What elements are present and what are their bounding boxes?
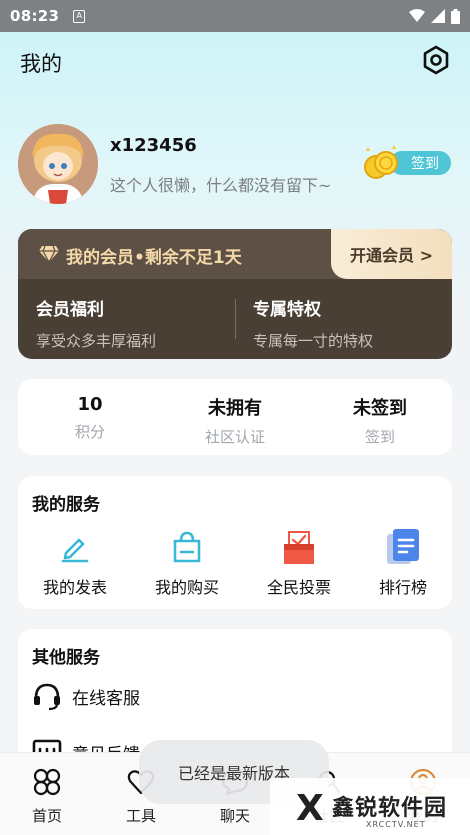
service-label: 全民投票: [266, 578, 331, 597]
stat-sign-in[interactable]: 未签到 签到: [310, 394, 450, 447]
service-ranking[interactable]: 排行榜: [348, 528, 458, 598]
signal-icon: [431, 9, 445, 23]
service-label: 排行榜: [378, 578, 427, 597]
sim-icon: A: [73, 9, 86, 23]
status-icons: [409, 8, 460, 24]
open-vip-label: 开通会员 >: [350, 246, 433, 265]
vip-benefit-desc: 享受众多丰厚福利: [36, 332, 157, 350]
service-label: 我的发表: [42, 578, 107, 597]
ranking-icon: [387, 529, 419, 564]
page-title: 我的: [20, 52, 62, 76]
stat-label: 签到: [364, 428, 395, 446]
service-my-posts[interactable]: 我的发表: [20, 528, 130, 598]
service-my-purchases[interactable]: 我的购买: [132, 528, 242, 598]
avatar[interactable]: [18, 124, 98, 204]
status-time: 08:23: [10, 7, 60, 25]
open-vip-button[interactable]: 开通会员 >: [331, 229, 452, 279]
stats-card: 10 积分 未拥有 社区认证 未签到 签到: [18, 379, 452, 455]
watermark-url: XRCCTV.NET: [366, 820, 426, 829]
user-bio: 这个人很懒，什么都没有留下~: [110, 176, 332, 195]
vip-benefit-title: 专属特权: [253, 300, 321, 320]
avatar-illustration: [18, 124, 98, 204]
headset-icon: [34, 683, 60, 711]
stat-value: 10: [77, 394, 103, 415]
battery-icon: [451, 8, 460, 24]
stat-value: 未签到: [353, 398, 407, 419]
coins-icon: [364, 145, 398, 179]
service-label: 我的购买: [154, 578, 219, 597]
other-services-title: 其他服务: [32, 648, 100, 668]
settings-button[interactable]: [418, 42, 454, 78]
vip-divider: [235, 299, 236, 339]
vip-benefit-privilege[interactable]: 专属特权 专属每一寸的特权: [253, 295, 373, 351]
my-services-title: 我的服务: [32, 495, 100, 515]
nav-label: 首页: [31, 807, 62, 825]
watermark-name: 鑫锐软件园: [332, 796, 448, 821]
vip-benefit-title: 会员福利: [36, 300, 104, 320]
wifi-icon: [409, 9, 425, 22]
stat-label: 积分: [74, 423, 105, 441]
vip-card[interactable]: 我的会员•剩余不足1天 开通会员 > 会员福利 享受众多丰厚福利 专属特权 专属…: [18, 229, 452, 359]
diamond-icon: [39, 245, 59, 263]
stat-certification[interactable]: 未拥有 社区认证: [165, 394, 305, 447]
vote-icon: [284, 531, 314, 564]
vip-status: 我的会员•剩余不足1天: [66, 248, 242, 268]
home-icon: [33, 768, 61, 796]
shopping-bag-icon: [173, 531, 201, 563]
settings-icon: [423, 45, 449, 75]
watermark: X 鑫锐软件园 XRCCTV.NET: [270, 778, 470, 835]
nav-label: 工具: [125, 807, 156, 825]
watermark-logo: X: [296, 788, 324, 829]
service-label: 在线客服: [72, 688, 140, 709]
service-vote[interactable]: 全民投票: [244, 528, 354, 598]
edit-icon: [61, 538, 89, 563]
nav-home[interactable]: 首页: [0, 765, 94, 826]
status-bar: 08:23 A: [0, 0, 470, 32]
vip-benefit-desc: 专属每一寸的特权: [253, 332, 374, 350]
stat-value: 未拥有: [208, 398, 262, 419]
username: x123456: [110, 135, 197, 156]
nav-label: 聊天: [219, 807, 250, 825]
vip-benefit-welfare[interactable]: 会员福利 享受众多丰厚福利: [36, 295, 156, 351]
stat-points[interactable]: 10 积分: [20, 394, 160, 442]
sign-in-label: 签到: [411, 156, 439, 172]
page-header: 我的: [0, 32, 470, 90]
service-online-support[interactable]: 在线客服: [32, 681, 140, 711]
my-services-card: 我的服务 我的发表 我的购买 全民投票 排行榜: [18, 476, 452, 609]
stat-label: 社区认证: [204, 428, 265, 446]
